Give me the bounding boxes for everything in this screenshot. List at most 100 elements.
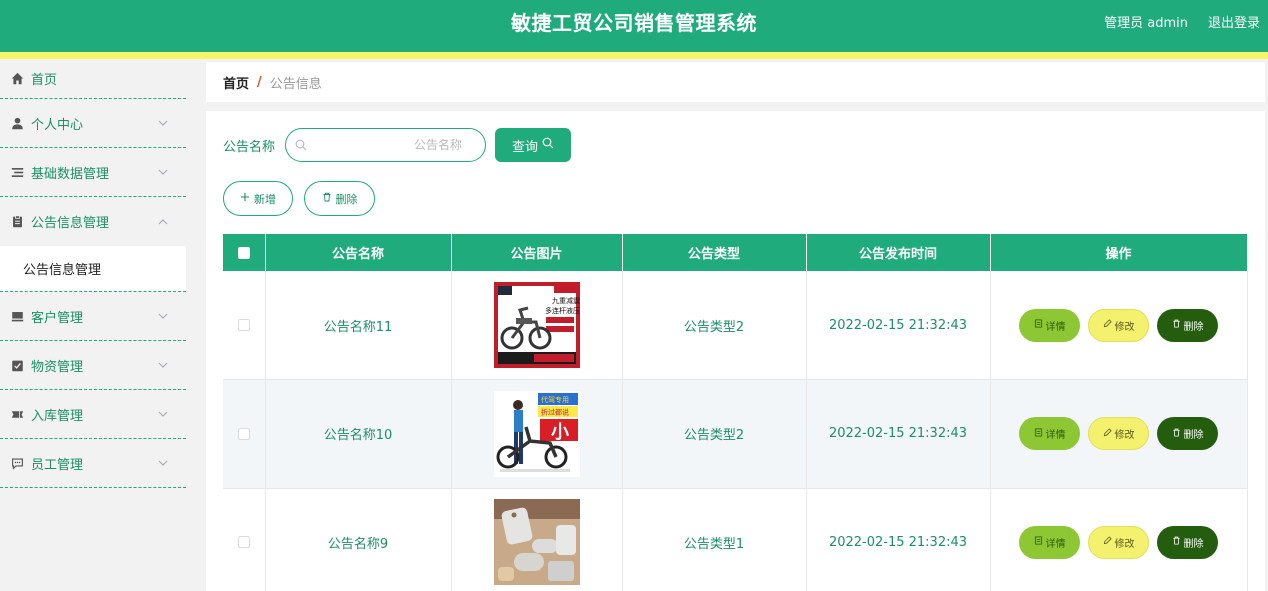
delete-button[interactable]: 删除: [1157, 308, 1218, 342]
detail-label: 详情: [1045, 321, 1066, 333]
table-row: 公告名称9 公告类型1 2022-02-15 21:32:43 详情 修改 删除: [223, 488, 1248, 591]
chat-icon: [10, 456, 24, 470]
query-button-label: 查询: [512, 139, 539, 155]
search-input-wrapper: [285, 128, 487, 162]
row-checkbox[interactable]: [237, 319, 250, 331]
top-header: [0, 0, 1268, 52]
notice-time-cell: 2022-02-15 21:32:43: [806, 271, 991, 380]
header-stripe: [0, 52, 1268, 59]
ebike-rider-image: 代驾专用 折过都说 小: [493, 390, 580, 477]
monitor-icon: [10, 309, 24, 323]
trash-icon: [1172, 319, 1181, 331]
row-select-cell: [223, 488, 266, 591]
detail-button[interactable]: 详情: [1019, 308, 1080, 342]
notice-time-cell: 2022-02-15 21:32:43: [806, 379, 991, 489]
batch-delete-label: 删除: [335, 192, 358, 206]
sidebar-subitem-label: 公告信息管理: [23, 263, 102, 278]
header-user-area: 管理员 admin 退出登录: [1104, 12, 1260, 31]
operations-cell: 详情 修改 删除: [990, 488, 1248, 591]
search-icon: [542, 137, 554, 153]
delete-label: 删除: [1183, 321, 1204, 333]
ad-text-line2: 折过都说: [541, 407, 569, 416]
search-bar: 公告名称 查询: [223, 128, 572, 162]
chevron-down-icon: [158, 359, 168, 369]
action-bar: 新增 删除: [223, 181, 375, 216]
row-checkbox[interactable]: [237, 427, 250, 440]
user-icon: [10, 116, 24, 130]
notice-type-cell: 公告类型2: [622, 379, 807, 489]
sidebar-item-customer[interactable]: 客户管理: [0, 292, 186, 341]
sidebar-item-basic-data[interactable]: 基础数据管理: [0, 148, 186, 197]
delete-button[interactable]: 删除: [1157, 417, 1218, 451]
delete-button[interactable]: 删除: [1157, 525, 1218, 559]
breadcrumb-home[interactable]: 首页: [223, 73, 249, 92]
ad-text-big: 小: [551, 422, 569, 443]
select-all-checkbox[interactable]: [237, 246, 250, 259]
document-icon: [1034, 319, 1043, 331]
ad-text-line2: 多连杆液压: [545, 306, 580, 315]
document-icon: [1034, 536, 1043, 548]
edit-label: 修改: [1114, 538, 1135, 550]
detail-label: 详情: [1045, 430, 1066, 442]
column-header: 操作: [990, 234, 1248, 271]
pencil-icon: [1103, 428, 1112, 440]
sidebar: 首页 个人中心 基础数据管理 公告信息管理 公告信息管理 客户管理 物资管理 入…: [0, 59, 186, 591]
sidebar-item-staff[interactable]: 员工管理: [0, 439, 186, 488]
notice-type-cell: 公告类型2: [622, 271, 807, 380]
breadcrumb-current: 公告信息: [269, 76, 322, 92]
detail-button[interactable]: 详情: [1019, 417, 1080, 451]
chevron-down-icon: [158, 310, 168, 320]
query-button[interactable]: 查询: [495, 128, 572, 162]
sidebar-item-label: 首页: [31, 73, 58, 88]
checkbox-icon: [10, 358, 24, 372]
edit-label: 修改: [1114, 321, 1135, 333]
operations-cell: 详情 修改 删除: [990, 271, 1248, 380]
breadcrumb-separator: /: [257, 74, 262, 90]
logout-link[interactable]: 退出登录: [1208, 12, 1260, 31]
add-button-label: 新增: [254, 192, 276, 206]
batch-delete-button[interactable]: 删除: [304, 181, 375, 216]
column-header: 公告发布时间: [806, 234, 991, 271]
sidebar-item-label: 个人中心: [31, 117, 84, 133]
sidebar-item-home[interactable]: 首页: [0, 59, 186, 99]
chevron-down-icon: [158, 457, 168, 467]
operations-cell: 详情 修改 删除: [990, 379, 1248, 489]
table-header-row: 公告名称 公告图片 公告类型 公告发布时间 操作: [223, 234, 1248, 271]
notice-table: 公告名称 公告图片 公告类型 公告发布时间 操作 公告名称11 九重减震 多连杆…: [223, 234, 1248, 591]
sidebar-item-profile[interactable]: 个人中心: [0, 99, 186, 148]
admin-user-label[interactable]: 管理员 admin: [1104, 12, 1188, 31]
home-icon: [10, 72, 24, 86]
sidebar-item-label: 客户管理: [31, 310, 84, 326]
sidebar-item-label: 公告信息管理: [31, 216, 110, 231]
list-icon: [10, 165, 24, 179]
column-header: 公告图片: [451, 234, 623, 271]
detail-button[interactable]: 详情: [1019, 525, 1080, 559]
sidebar-item-label: 物资管理: [31, 359, 84, 375]
notice-name-cell: 公告名称11: [265, 271, 452, 380]
document-icon: [1034, 428, 1043, 440]
ticket-icon: [10, 407, 24, 421]
sidebar-item-materials[interactable]: 物资管理: [0, 341, 186, 390]
add-button[interactable]: 新增: [223, 181, 293, 216]
edit-button[interactable]: 修改: [1088, 308, 1149, 342]
row-checkbox[interactable]: [237, 536, 250, 549]
edit-button[interactable]: 修改: [1088, 417, 1149, 451]
sidebar-item-notice[interactable]: 公告信息管理: [0, 197, 186, 246]
search-input[interactable]: [314, 129, 475, 161]
row-select-cell: [223, 379, 266, 489]
notice-image-cell: 九重减震 多连杆液压: [451, 271, 623, 380]
search-icon: [295, 139, 307, 151]
delete-label: 删除: [1183, 430, 1204, 442]
ad-text-line1: 九重减震: [552, 296, 580, 305]
tags-image: [493, 499, 580, 586]
sidebar-item-warehouse-in[interactable]: 入库管理: [0, 390, 186, 439]
notice-image-cell: 代驾专用 折过都说 小: [451, 379, 623, 489]
notice-type-cell: 公告类型1: [622, 488, 807, 591]
notice-name-cell: 公告名称9: [265, 488, 452, 591]
sidebar-subitem-notice-manage[interactable]: 公告信息管理: [0, 246, 186, 292]
trash-icon: [1172, 536, 1181, 548]
row-select-cell: [223, 271, 266, 380]
edit-button[interactable]: 修改: [1088, 525, 1149, 559]
trash-icon: [322, 192, 332, 205]
content-panel: 公告名称 查询 新增 删除: [206, 111, 1265, 591]
